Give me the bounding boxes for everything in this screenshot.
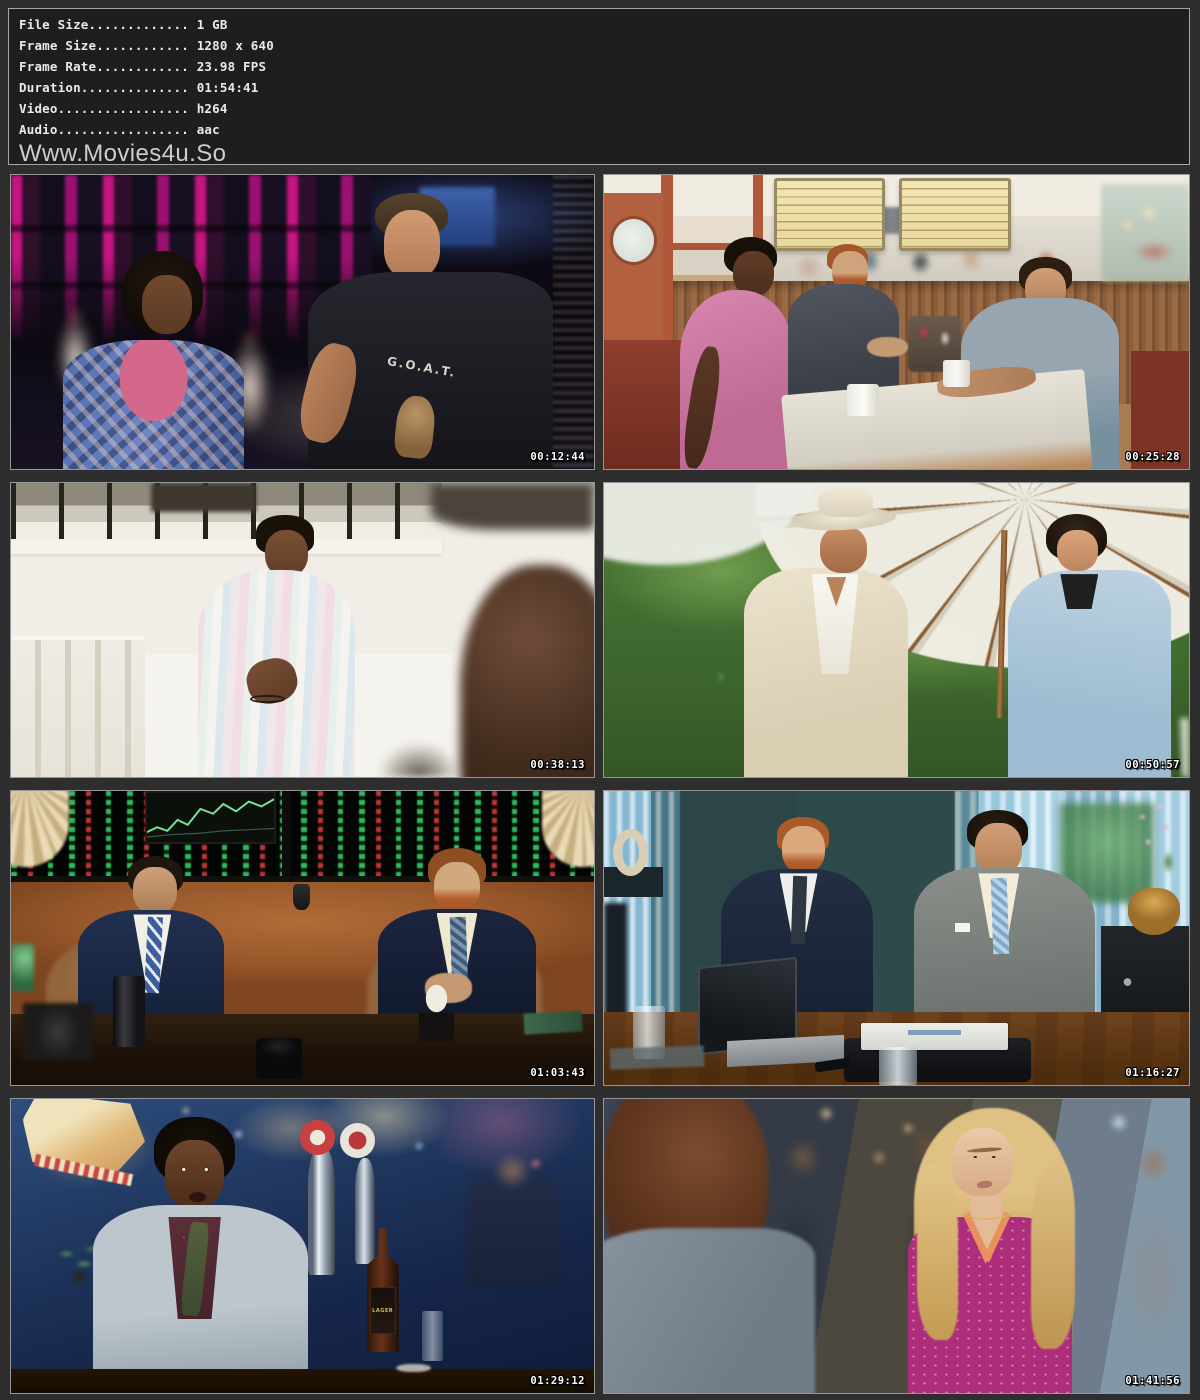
bar-counter [11, 1369, 594, 1393]
man2-blue-striped-tie [991, 877, 1010, 954]
wall-camera [293, 884, 310, 910]
timestamp-overlay: 00:12:44 [530, 451, 585, 463]
timestamp-overlay: 01:03:43 [530, 1067, 585, 1079]
timestamp-overlay: 00:50:57 [1125, 759, 1180, 771]
globe-trophy [419, 982, 454, 1041]
black-tumbler [113, 976, 145, 1047]
hair-strand-left [917, 1164, 958, 1340]
green-book [524, 1010, 583, 1034]
man1-face [142, 275, 192, 334]
menu-board-left [774, 178, 885, 252]
black-mug [256, 1038, 303, 1079]
foreground-man-shoulder [603, 1228, 815, 1394]
woman-eyes [966, 1153, 1003, 1161]
man1-face [733, 251, 774, 295]
beer-tap-right [355, 1158, 375, 1264]
stock-chart-screen [145, 791, 276, 844]
media-info-line-duration: Duration.............. 01:54:41 [19, 77, 1189, 98]
screenshot-thumb-8[interactable]: 01:41:56 [603, 1098, 1190, 1394]
dark-ceiling-corner [431, 483, 594, 530]
tap-badge-white [340, 1123, 375, 1158]
beer-bottle-label: LAGER [370, 1287, 396, 1334]
timestamp-overlay: 01:41:56 [1125, 1375, 1180, 1387]
ring-sculpture [613, 829, 648, 876]
screenshot-thumb-5[interactable]: 01:03:43 [10, 790, 595, 1086]
shimmer-curtain [553, 175, 594, 469]
orchid-flowers [1125, 797, 1184, 897]
bronze-bull-statue [23, 1003, 93, 1062]
gold-necklace [961, 1199, 1014, 1220]
stock-ticker-board [11, 791, 594, 879]
red-booth-left [604, 340, 686, 469]
screenshot-thumb-6[interactable]: 01:16:27 [603, 790, 1190, 1086]
media-info-line-framesize: Frame Size............ 1280 x 640 [19, 35, 1189, 56]
timestamp-overlay: 01:16:27 [1125, 1067, 1180, 1079]
mezzanine-opening [151, 483, 256, 512]
man2-face [384, 210, 440, 278]
man1-face [133, 867, 177, 914]
white-railing [11, 636, 145, 778]
desk-pad [610, 1045, 704, 1069]
stock-chart-graphic [147, 793, 274, 842]
hair-strand-right [1031, 1158, 1075, 1349]
media-info-line-audio: Audio................. aac [19, 119, 1189, 140]
document-heading-line [908, 1030, 961, 1035]
coffee-mug-2 [943, 360, 969, 386]
media-info-line-framerate: Frame Rate............ 23.98 FPS [19, 56, 1189, 77]
shot-glass [422, 1311, 443, 1361]
site-watermark: Www.Movies4u.So [19, 141, 1189, 165]
man1-bearded-face [782, 826, 825, 873]
screenshot-thumb-4[interactable]: 00:50:57 [603, 482, 1190, 778]
green-banker-lamp [11, 944, 34, 991]
man2-hands [867, 337, 908, 358]
timestamp-overlay: 01:29:12 [530, 1375, 585, 1387]
man1-dark-tie [791, 876, 807, 944]
timestamp-overlay: 00:25:28 [1125, 451, 1180, 463]
beer-label-text: LAGER [372, 1308, 393, 1314]
media-info-line-video: Video................. h264 [19, 98, 1189, 119]
man1-face [820, 526, 867, 573]
media-info-line-filesize: File Size............. 1 GB [19, 14, 1189, 35]
balcony-fascia [11, 539, 442, 554]
cabinet-logo [1119, 973, 1137, 991]
dark-wood-desk [11, 1014, 594, 1085]
timestamp-overlay: 00:38:13 [530, 759, 585, 771]
menu-board-right [899, 178, 1010, 252]
screenshot-thumb-7[interactable]: LAGER 01:29:12 [10, 1098, 595, 1394]
tap-badge-red [300, 1120, 335, 1155]
media-info-panel: File Size............. 1 GB Frame Size..… [8, 8, 1190, 165]
man2-bearded-face [434, 862, 481, 912]
porthole-wall [604, 193, 663, 358]
gold-vase [1128, 888, 1181, 935]
man-open-mouth [189, 1192, 206, 1202]
screenshot-thumb-3[interactable]: 00:38:13 [10, 482, 595, 778]
water-glass-center [879, 1047, 917, 1085]
coffee-mug [847, 384, 879, 416]
orange-frame-post [661, 175, 673, 357]
man2-face [1057, 530, 1098, 571]
monitor-bezel-seam [282, 791, 290, 882]
man-wide-eyes [175, 1164, 215, 1176]
street-window [1101, 184, 1189, 281]
white-documents [861, 1023, 1007, 1049]
porthole-window [613, 219, 654, 262]
edge-figure-sliver [604, 903, 627, 1021]
screenshot-grid: G.O.A.T. 00:12:44 00:2 [10, 174, 1190, 1394]
screenshot-thumb-1[interactable]: G.O.A.T. 00:12:44 [10, 174, 595, 470]
blurred-background-patron [466, 1152, 559, 1287]
pocket-square [955, 923, 970, 932]
screenshot-thumb-2[interactable]: 00:25:28 [603, 174, 1190, 470]
cowboy-hat-crown [818, 487, 874, 516]
beer-tap-left [308, 1146, 335, 1275]
man1-patterned-shirt [63, 340, 244, 469]
